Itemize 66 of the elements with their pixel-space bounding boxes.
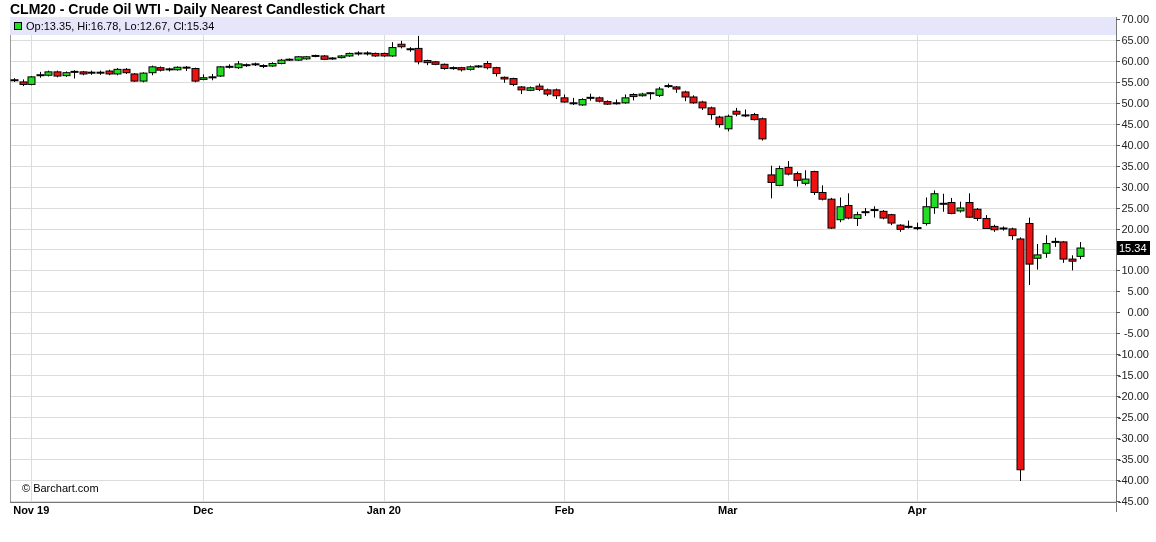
candle [27, 75, 36, 86]
axis-label: -10.00 [1117, 348, 1149, 361]
axis-label: 0.00 [1127, 306, 1149, 319]
axis-label: 5.00 [1127, 285, 1149, 298]
candle [930, 189, 939, 215]
axis-label: -20.00 [1117, 390, 1149, 403]
candle [569, 97, 578, 106]
candle [1076, 241, 1085, 260]
candle [939, 193, 948, 213]
axis-label: Mar [718, 504, 738, 516]
axis-label: 55.00 [1121, 75, 1149, 88]
candle [715, 115, 724, 129]
candle [904, 220, 913, 229]
candle [793, 171, 802, 188]
legend-text: Op:13.35, Hi:16.78, Lo:12.67, Cl:15.34 [26, 20, 215, 32]
axis-label: -30.00 [1117, 431, 1149, 444]
axis-label: 60.00 [1121, 55, 1149, 67]
axis-label: 70.00 [1121, 13, 1149, 26]
candle [681, 90, 690, 102]
axis-label: 25.00 [1121, 201, 1149, 214]
candle [870, 205, 879, 219]
candle [836, 197, 845, 223]
axis-label: Feb [554, 504, 575, 516]
chart-title: CLM20 - Crude Oil WTI - Daily Nearest Candlestick Chart [9, 1, 385, 18]
axis-label: Jan 20 [366, 504, 401, 516]
axis-label: -35.00 [1117, 452, 1149, 465]
candle [741, 109, 750, 118]
candle [552, 88, 561, 100]
candle [509, 77, 518, 87]
candle [139, 71, 148, 83]
axis-label: Dec [193, 504, 214, 516]
axis-label: -15.00 [1117, 369, 1149, 382]
candle [586, 93, 595, 102]
candle [578, 97, 587, 107]
axis-label: 10.00 [1121, 264, 1149, 277]
axis-label: -45.00 [1117, 494, 1149, 507]
axis-label: 20.00 [1121, 222, 1149, 235]
candle [543, 88, 552, 97]
candle [879, 209, 888, 220]
square-icon [14, 22, 22, 30]
axis-label: 45.00 [1121, 117, 1149, 130]
candle [947, 197, 956, 215]
candle [896, 223, 905, 233]
candle [698, 100, 707, 111]
axis-label: -25.00 [1117, 411, 1149, 423]
candle [560, 94, 569, 104]
axis-label: 30.00 [1121, 180, 1149, 193]
candle [500, 75, 509, 84]
candle [784, 160, 793, 176]
price-tag: 15.34 [1117, 241, 1150, 255]
axis-label: -5.00 [1123, 327, 1149, 340]
axis-label: 65.00 [1121, 34, 1149, 47]
axis-label: -40.00 [1117, 473, 1149, 486]
axis-label: 35.00 [1121, 159, 1149, 172]
candle [887, 213, 896, 226]
axis-label: 40.00 [1121, 138, 1149, 151]
candle [130, 72, 139, 83]
axis-label: 50.00 [1121, 96, 1149, 109]
candle [689, 94, 698, 105]
candle [113, 67, 122, 76]
candle [707, 106, 716, 121]
credit-text: © Barchart.com [22, 482, 99, 494]
candle [492, 66, 501, 77]
candle [1068, 254, 1077, 271]
axis-label: Apr [907, 504, 927, 516]
axis-label: Nov 19 [13, 504, 50, 516]
